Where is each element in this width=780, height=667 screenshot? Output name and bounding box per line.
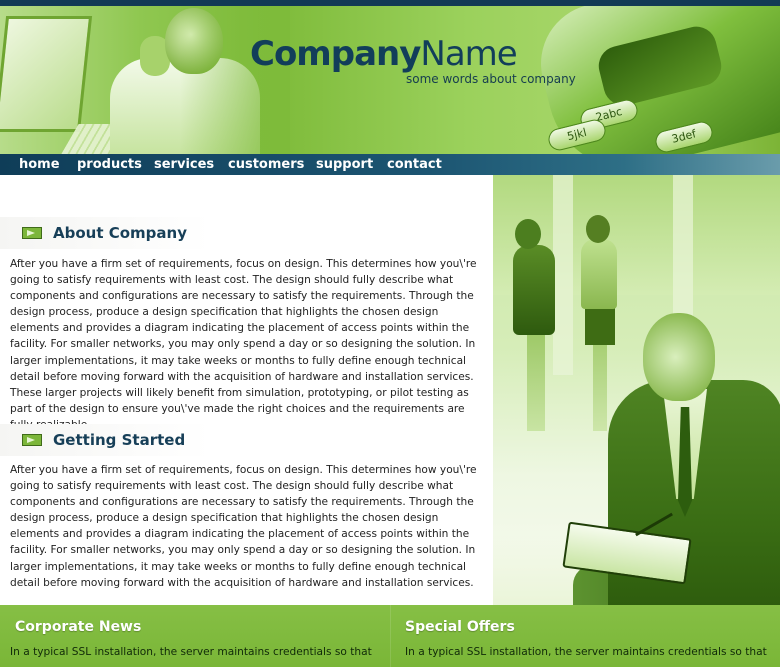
- arrow-box-icon: [22, 434, 42, 446]
- footer-divider: [390, 605, 391, 667]
- photo-woman-right: [593, 343, 607, 431]
- photo-woman-left: [515, 219, 541, 249]
- nav-contact[interactable]: contact: [387, 154, 442, 175]
- header-photo-fade: [180, 6, 290, 154]
- business-photo: [493, 175, 780, 605]
- section-text: After you have a firm set of requirement…: [10, 464, 477, 589]
- footer-offers-title: Special Offers: [405, 619, 515, 635]
- photo-woman-right: [581, 239, 617, 309]
- nav-products[interactable]: products: [77, 154, 142, 175]
- footer: Corporate News In a typical SSL installa…: [0, 605, 780, 667]
- brand: CompanyName some words about company: [250, 34, 576, 86]
- main-nav: home products services customers support…: [0, 154, 780, 175]
- section-title: About Company: [53, 224, 187, 242]
- main-content: About Company After you have a firm set …: [0, 175, 493, 605]
- arrow-box-icon: [22, 227, 42, 239]
- section-header-getting-started: Getting Started: [0, 424, 210, 456]
- section-text: After you have a firm set of requirement…: [10, 258, 477, 431]
- footer-news-text: In a typical SSL installation, the serve…: [10, 646, 372, 658]
- photo-woman-left: [513, 245, 555, 335]
- brand-name-part2: Name: [420, 34, 517, 74]
- nav-customers[interactable]: customers: [228, 154, 304, 175]
- header-photo-monitor: [0, 16, 93, 132]
- footer-offers-text: In a typical SSL installation, the serve…: [405, 646, 767, 658]
- photo-woman-right: [586, 215, 610, 243]
- photo-woman-left: [527, 331, 545, 431]
- brand-name-part1: Company: [250, 34, 421, 74]
- photo-man-head: [643, 313, 715, 401]
- nav-home[interactable]: home: [19, 154, 60, 175]
- brand-tagline: some words about company: [406, 72, 576, 86]
- photo-woman-right: [585, 305, 615, 345]
- footer-news-title: Corporate News: [15, 619, 142, 635]
- section-title: Getting Started: [53, 431, 186, 449]
- brand-logo[interactable]: CompanyName: [250, 34, 518, 74]
- nav-support[interactable]: support: [316, 154, 373, 175]
- header-banner: 2abc 5jkl 3def CompanyName some words ab…: [0, 6, 780, 154]
- section-header-about: About Company: [0, 217, 210, 249]
- nav-services[interactable]: services: [154, 154, 214, 175]
- photo-column: [553, 175, 573, 375]
